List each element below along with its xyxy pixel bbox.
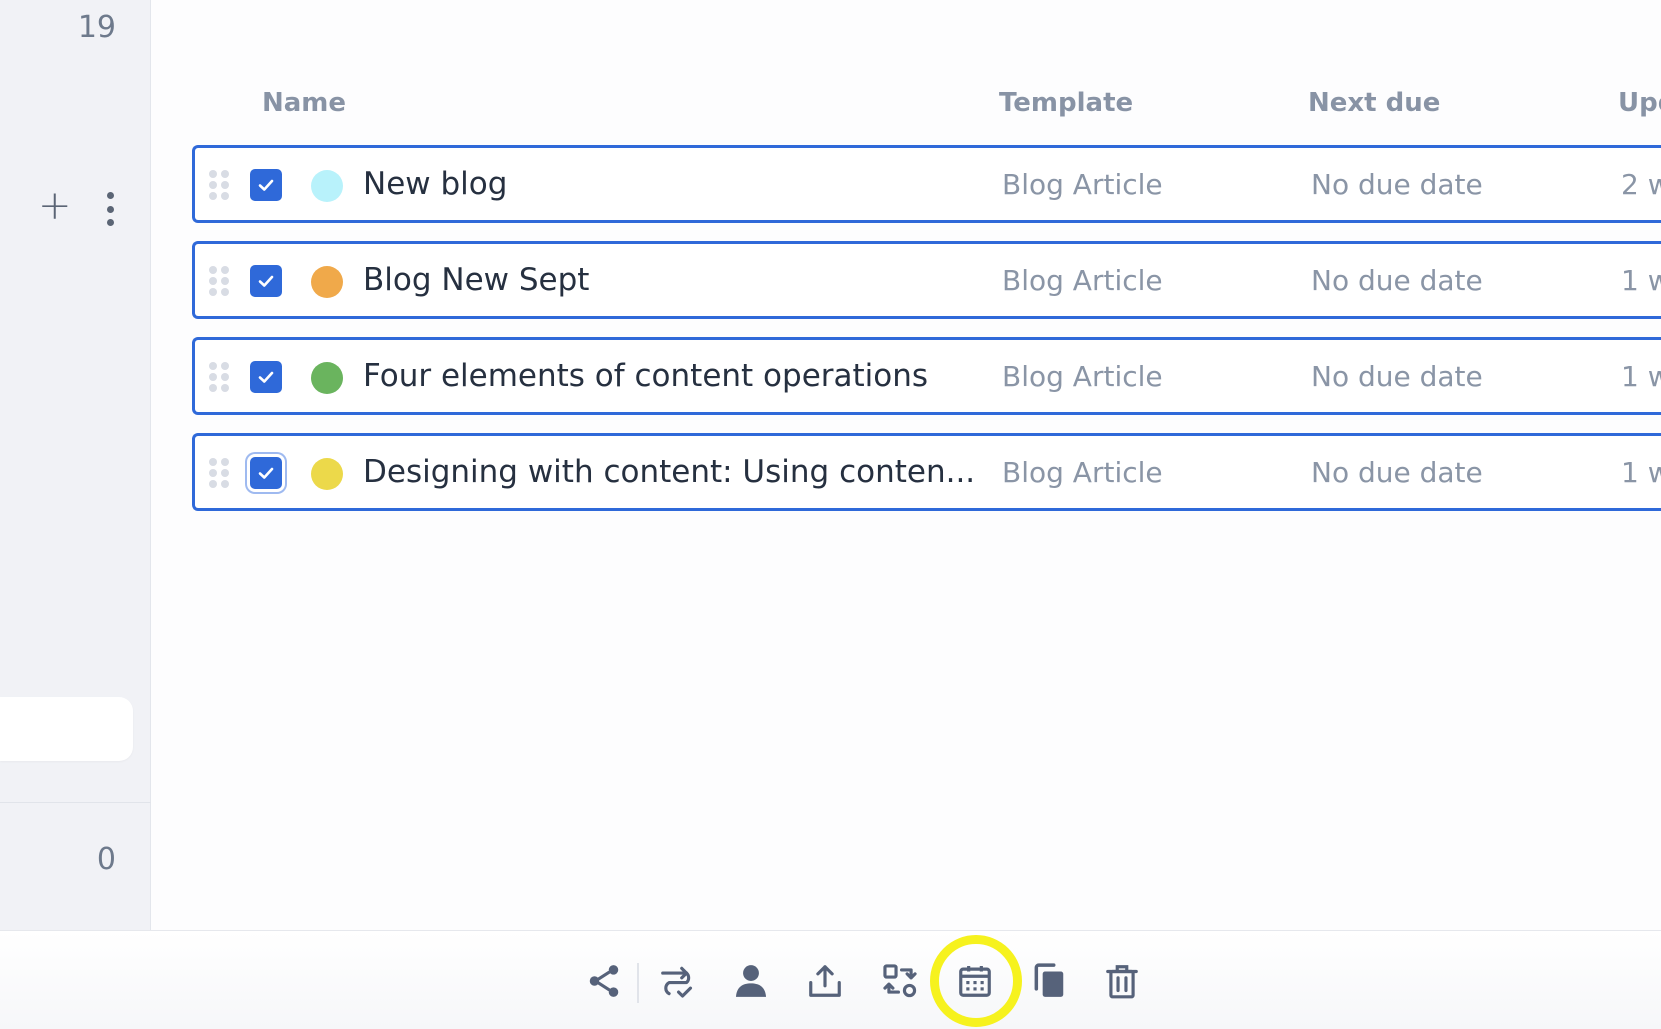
column-header-next-due[interactable]: Next due [1308, 88, 1440, 118]
item-next-due: No due date [1311, 264, 1483, 297]
bulk-actions-toolbar [0, 930, 1661, 1029]
sidebar-card[interactable] [0, 697, 133, 761]
item-name[interactable]: Designing with content: Using conten... [363, 454, 975, 490]
item-template: Blog Article [1002, 264, 1163, 297]
column-header-template[interactable]: Template [999, 88, 1133, 118]
row-checkbox[interactable] [250, 169, 282, 201]
column-header-name[interactable]: Name [262, 88, 346, 118]
item-template: Blog Article [1002, 456, 1163, 489]
column-header-updated[interactable]: Upd [1618, 88, 1661, 118]
table-row[interactable]: Blog New Sept Blog Article No due date 1… [192, 241, 1661, 319]
row-checkbox[interactable] [250, 265, 282, 297]
sidebar-divider [0, 802, 151, 803]
item-template: Blog Article [1002, 360, 1163, 393]
item-name[interactable]: New blog [363, 166, 507, 202]
color-dot [311, 266, 343, 298]
item-template: Blog Article [1002, 168, 1163, 201]
change-template-icon[interactable] [878, 959, 922, 1003]
export-icon[interactable] [803, 959, 847, 1003]
item-count-bottom: 0 [96, 842, 116, 877]
duplicate-icon[interactable] [1027, 959, 1071, 1003]
table-row[interactable]: Designing with content: Using conten... … [192, 433, 1661, 511]
item-updated: 2 w [1621, 168, 1661, 201]
item-updated: 1 w [1621, 360, 1661, 393]
calendar-icon[interactable] [953, 959, 997, 1003]
color-dot [311, 458, 343, 490]
color-dot [311, 362, 343, 394]
drag-handle-icon[interactable] [209, 458, 231, 488]
more-options-icon[interactable] [98, 192, 122, 226]
item-next-due: No due date [1311, 360, 1483, 393]
row-checkbox[interactable] [250, 457, 282, 489]
drag-handle-icon[interactable] [209, 170, 231, 200]
delete-icon[interactable] [1100, 959, 1144, 1003]
table-row[interactable]: New blog Blog Article No due date 2 w [192, 145, 1661, 223]
sidebar: 19 + 0 [0, 0, 151, 930]
item-updated: 1 w [1621, 456, 1661, 489]
item-name[interactable]: Blog New Sept [363, 262, 589, 298]
drag-handle-icon[interactable] [209, 266, 231, 296]
share-icon[interactable] [582, 959, 626, 1003]
color-dot [311, 170, 343, 202]
drag-handle-icon[interactable] [209, 362, 231, 392]
item-count: 19 [77, 10, 116, 45]
item-name[interactable]: Four elements of content operations [363, 358, 928, 394]
item-next-due: No due date [1311, 168, 1483, 201]
toolbar-separator [637, 963, 639, 1003]
item-updated: 1 w [1621, 264, 1661, 297]
table-header: Name Template Next due Upd [0, 88, 1661, 128]
item-next-due: No due date [1311, 456, 1483, 489]
add-button[interactable]: + [38, 186, 72, 226]
workflow-icon[interactable] [655, 959, 699, 1003]
table-row[interactable]: Four elements of content operations Blog… [192, 337, 1661, 415]
row-checkbox[interactable] [250, 361, 282, 393]
assign-user-icon[interactable] [729, 959, 773, 1003]
